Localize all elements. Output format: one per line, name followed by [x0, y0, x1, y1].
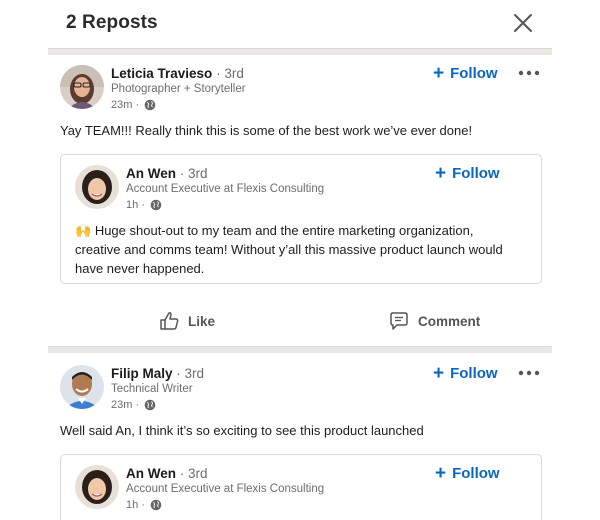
follow-label: Follow	[452, 165, 500, 182]
globe-icon	[144, 399, 156, 411]
avatar[interactable]	[60, 65, 104, 109]
plus-icon: +	[433, 363, 445, 384]
globe-icon	[150, 199, 162, 211]
plus-icon: +	[435, 463, 447, 484]
dialog-header: 2 Reposts	[0, 0, 600, 50]
raising-hands-emoji: 🙌	[75, 223, 92, 238]
connection-degree: · 3rd	[179, 466, 208, 481]
section-divider	[48, 346, 552, 353]
author-name[interactable]: Filip Maly	[111, 366, 173, 381]
quoted-text: Huge shout-out to my team and the entire…	[75, 223, 503, 276]
post-time-text: 1h ·	[126, 199, 145, 211]
avatar[interactable]	[60, 365, 104, 409]
author-line: An Wen · 3rd	[126, 466, 208, 481]
author-line: Filip Maly · 3rd	[111, 366, 204, 381]
comment-button[interactable]: Comment	[388, 310, 480, 332]
author-line: Leticia Travieso · 3rd	[111, 66, 244, 81]
author-name[interactable]: An Wen	[126, 466, 176, 481]
post-time: 23m ·	[111, 399, 156, 411]
author-headline: Account Executive at Flexis Consulting	[126, 183, 325, 195]
globe-icon	[144, 99, 156, 111]
follow-label: Follow	[452, 465, 500, 482]
plus-icon: +	[433, 63, 445, 84]
quoted-post[interactable]: An Wen · 3rd Account Executive at Flexis…	[60, 154, 542, 284]
like-label: Like	[188, 313, 216, 329]
connection-degree: · 3rd	[179, 166, 208, 181]
comment-icon	[390, 312, 408, 330]
quoted-post-text: 🙌 Huge shout-out to my team and the enti…	[75, 221, 515, 278]
post-time-text: 23m ·	[111, 99, 140, 111]
follow-label: Follow	[450, 65, 498, 82]
author-headline: Account Executive at Flexis Consulting	[126, 483, 325, 495]
avatar[interactable]	[75, 165, 119, 209]
follow-button[interactable]: + Follow	[435, 163, 500, 184]
more-options-icon[interactable]	[518, 70, 540, 76]
comment-label: Comment	[418, 313, 481, 329]
follow-label: Follow	[450, 365, 498, 382]
author-headline: Photographer + Storyteller	[111, 83, 246, 95]
follow-button[interactable]: + Follow	[433, 63, 498, 84]
post-actions: Like Comment	[48, 300, 552, 340]
connection-degree: · 3rd	[176, 366, 205, 381]
author-name[interactable]: Leticia Travieso	[111, 66, 212, 81]
quoted-post[interactable]: An Wen · 3rd Account Executive at Flexis…	[60, 454, 542, 520]
globe-icon	[150, 499, 162, 511]
post-time-text: 1h ·	[126, 499, 145, 511]
section-divider	[48, 48, 552, 55]
connection-degree: · 3rd	[216, 66, 244, 81]
post-time-text: 23m ·	[111, 399, 140, 411]
repost-item: Leticia Travieso · 3rd Photographer + St…	[48, 55, 552, 340]
more-options-icon[interactable]	[518, 370, 540, 376]
author-line: An Wen · 3rd	[126, 166, 208, 181]
post-time: 1h ·	[126, 199, 162, 211]
follow-button[interactable]: + Follow	[435, 463, 500, 484]
like-button[interactable]: Like	[158, 310, 215, 332]
plus-icon: +	[435, 163, 447, 184]
dialog-title: 2 Reposts	[66, 12, 158, 33]
repost-item: Filip Maly · 3rd Technical Writer 23m · …	[48, 355, 552, 520]
thumbs-up-icon	[160, 312, 179, 330]
post-time: 1h ·	[126, 499, 162, 511]
post-time: 23m ·	[111, 99, 156, 111]
author-headline: Technical Writer	[111, 383, 193, 395]
close-icon[interactable]	[512, 12, 534, 34]
author-name[interactable]: An Wen	[126, 166, 176, 181]
post-text: Well said An, I think it’s so exciting t…	[60, 423, 424, 438]
avatar[interactable]	[75, 465, 119, 509]
post-text: Yay TEAM!!! Really think this is some of…	[60, 123, 473, 138]
follow-button[interactable]: + Follow	[433, 363, 498, 384]
